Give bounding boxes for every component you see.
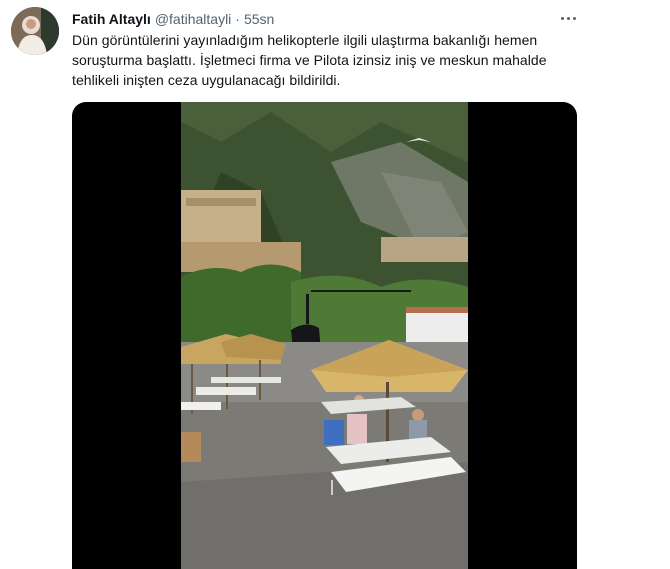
more-horizontal-icon [559,16,577,20]
header-separator: · [235,11,240,27]
tweet: Fatih Altaylı @fatihaltayli · 55sn Dün görü… [0,0,670,569]
tweet-text: Dün görüntülerini yayınladığım helikopte… [72,30,582,90]
avatar[interactable] [11,7,59,55]
tweet-timestamp[interactable]: 55sn [244,11,274,27]
tweet-header: Fatih Altaylı @fatihaltayli · 55sn [72,9,274,29]
more-options-button[interactable] [558,8,578,28]
author-name[interactable]: Fatih Altaylı [72,11,151,27]
avatar-photo [11,7,59,55]
author-handle[interactable]: @fatihaltayli [155,11,231,27]
video-frame[interactable] [181,102,468,569]
tweet-text-line: tehlikeli inişten ceza uygulanacağı bild… [72,72,341,88]
tweet-text-line: soruşturma başlattı. İşletmeci firma ve … [72,52,547,68]
tweet-media[interactable] [72,102,577,569]
tweet-text-line: Dün görüntülerini yayınladığım helikopte… [72,32,538,48]
